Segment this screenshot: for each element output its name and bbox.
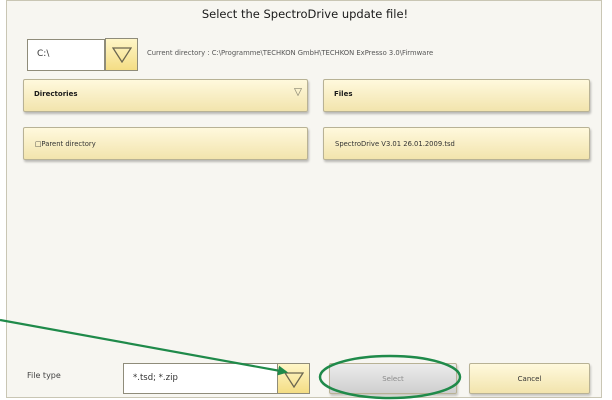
annotation-overlay xyxy=(0,318,462,400)
annotation-ellipse xyxy=(318,354,462,400)
annotation-arrow-icon xyxy=(0,318,288,376)
